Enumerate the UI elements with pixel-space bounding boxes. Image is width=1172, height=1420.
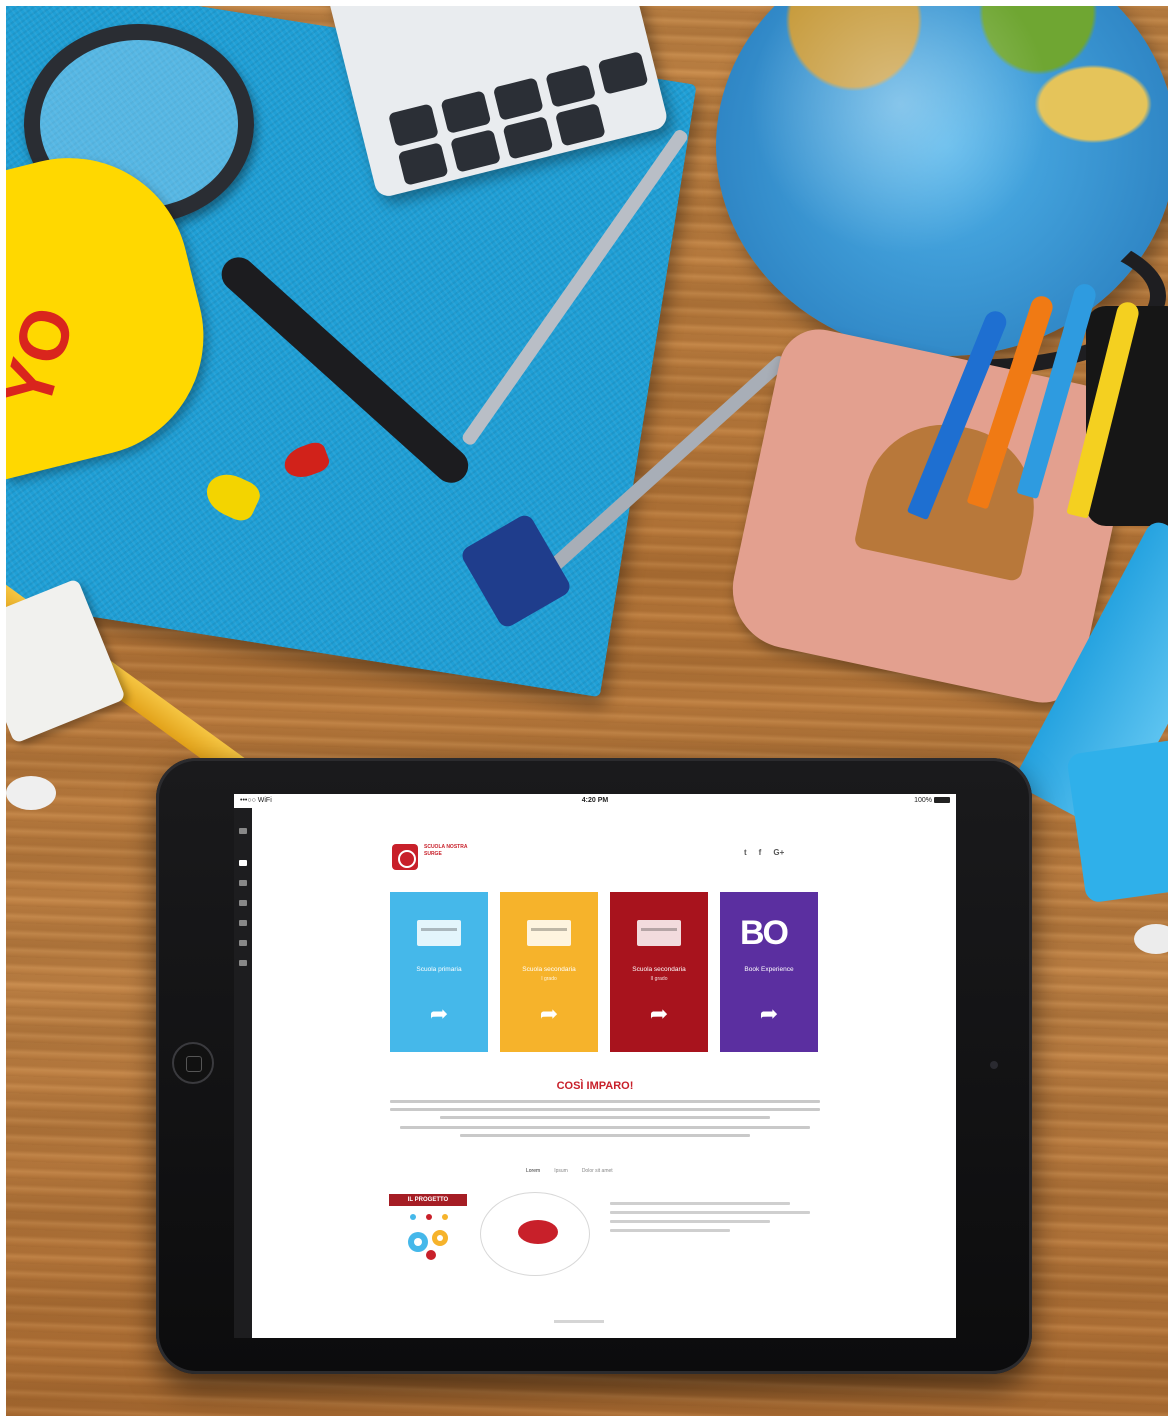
paragraph-line xyxy=(460,1134,750,1137)
tool-icon[interactable] xyxy=(239,920,247,926)
project-ring-inner xyxy=(414,1238,422,1246)
paragraph-line xyxy=(390,1108,820,1111)
book-icon xyxy=(527,920,571,946)
content-tabs: Lorem Ipsum Dolor sit amet xyxy=(526,1168,613,1174)
bullet-line xyxy=(610,1211,810,1214)
share-arrow-icon[interactable]: ➦ xyxy=(610,1002,708,1026)
share-arrow-icon[interactable]: ➦ xyxy=(500,1002,598,1026)
bullet-line xyxy=(610,1220,770,1223)
book-icon xyxy=(417,920,461,946)
tool-icon[interactable] xyxy=(239,900,247,906)
tile-book-experience[interactable]: BO Book Experience ➦ xyxy=(720,892,818,1052)
site-name[interactable]: SCUOLA NOSTRA SURGE xyxy=(424,844,474,858)
side-toolbar xyxy=(234,808,252,1338)
paragraph-line xyxy=(390,1100,820,1103)
project-ring xyxy=(426,1250,436,1260)
white-pushpin xyxy=(6,776,56,810)
home-button-icon[interactable] xyxy=(172,1042,214,1084)
tile-title: Scuola secondaria xyxy=(632,966,686,973)
battery-icon xyxy=(934,797,950,804)
book-icon xyxy=(637,920,681,946)
tool-icon[interactable] xyxy=(239,828,247,834)
status-bar: •••○○ WiFi 4:20 PM 100% xyxy=(234,794,956,808)
flashcard-text: YO xyxy=(6,298,90,418)
highlighter-cap xyxy=(1066,738,1168,904)
tile-subtitle: I grado xyxy=(541,976,557,982)
twitter-icon[interactable]: t xyxy=(744,848,747,862)
tab[interactable]: Lorem xyxy=(526,1168,540,1174)
bullet-line xyxy=(610,1229,730,1232)
venn-diagram-core xyxy=(518,1220,558,1244)
desk-scene: YO •••○○ WiFi 4:20 PM 100% SCUOLA NOSTRA… xyxy=(6,6,1168,1416)
battery-status: 100% xyxy=(914,797,950,804)
camera-icon xyxy=(990,1061,998,1069)
tab[interactable]: Dolor sit amet xyxy=(582,1168,613,1174)
tool-icon[interactable] xyxy=(239,880,247,886)
tool-icon[interactable] xyxy=(239,960,247,966)
tile-title: Scuola primaria xyxy=(416,966,462,973)
facebook-icon[interactable]: f xyxy=(759,848,762,862)
google-plus-icon[interactable]: G+ xyxy=(773,848,784,862)
tablet-screen: •••○○ WiFi 4:20 PM 100% SCUOLA NOSTRA SU… xyxy=(234,794,956,1338)
project-ring-inner xyxy=(437,1235,443,1241)
tile-secondaria-2[interactable]: Scuola secondaria II grado ➦ xyxy=(610,892,708,1052)
tablet: •••○○ WiFi 4:20 PM 100% SCUOLA NOSTRA SU… xyxy=(156,758,1032,1374)
tile-primaria[interactable]: Scuola primaria ➦ xyxy=(390,892,488,1052)
project-dot xyxy=(426,1214,432,1220)
status-time: 4:20 PM xyxy=(581,797,609,804)
tool-icon[interactable] xyxy=(239,940,247,946)
paragraph-line xyxy=(400,1126,810,1129)
site-logo-icon[interactable] xyxy=(392,844,418,870)
bullet-list xyxy=(610,1202,810,1238)
tile-title: Scuola secondaria xyxy=(522,966,576,973)
social-links: t f G+ xyxy=(744,848,784,862)
tile-subtitle: II grado xyxy=(650,976,668,982)
tile-secondaria-1[interactable]: Scuola secondaria I grado ➦ xyxy=(500,892,598,1052)
white-pushpin xyxy=(1134,924,1168,954)
footer-text xyxy=(554,1320,604,1323)
project-dot xyxy=(410,1214,416,1220)
project-label: IL PROGETTO xyxy=(389,1194,467,1206)
section-title: COSÌ IMPARO! xyxy=(556,1080,634,1092)
bullet-line xyxy=(610,1202,790,1205)
project-dot xyxy=(442,1214,448,1220)
paragraph-line xyxy=(440,1116,770,1119)
share-arrow-icon[interactable]: ➦ xyxy=(390,1002,488,1026)
tile-title: Book Experience xyxy=(744,966,794,973)
tool-icon-active[interactable] xyxy=(239,860,247,866)
tab[interactable]: Ipsum xyxy=(554,1168,568,1174)
bo-logo: BO xyxy=(740,914,789,952)
share-arrow-icon[interactable]: ➦ xyxy=(720,1002,818,1026)
